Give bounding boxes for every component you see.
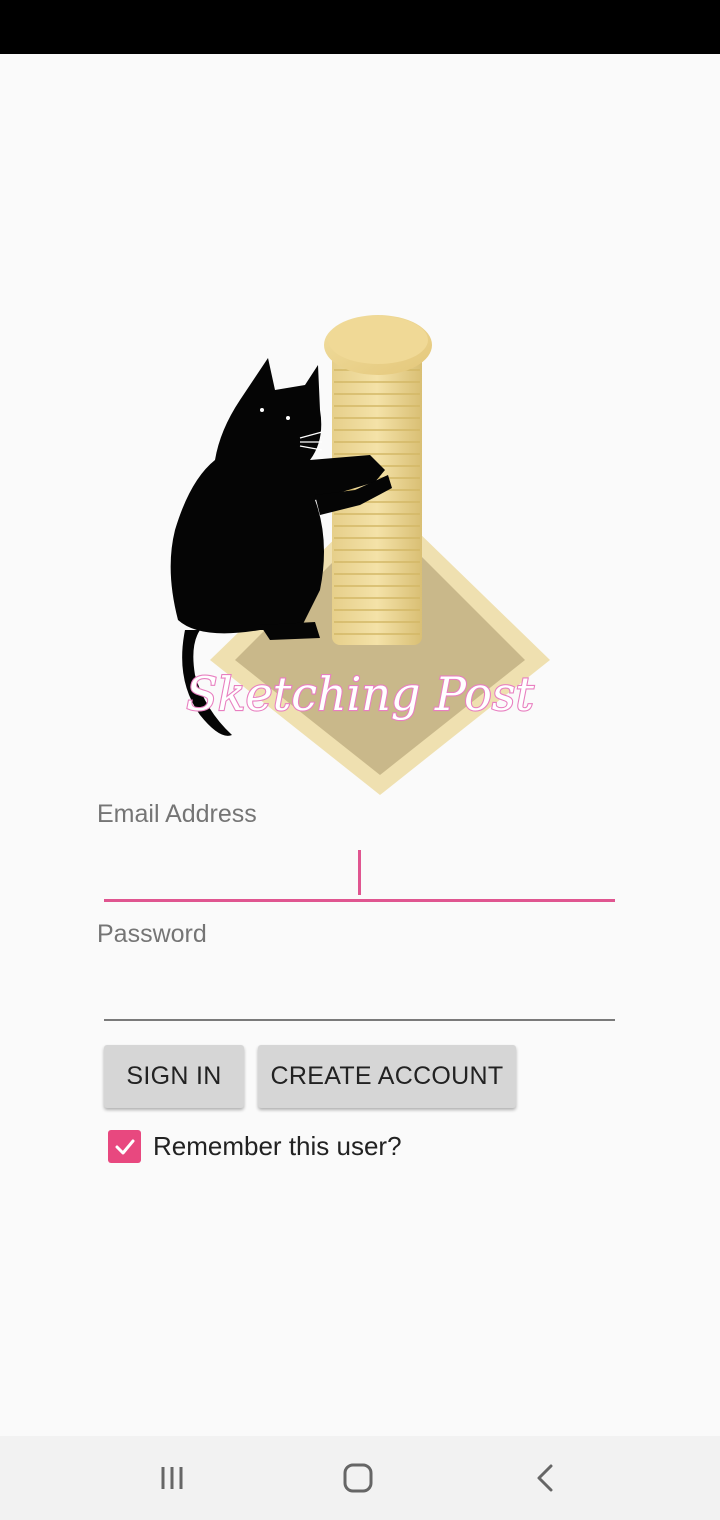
email-underline: [104, 899, 615, 902]
checkmark-icon: [115, 1139, 134, 1154]
home-button[interactable]: [328, 1456, 388, 1500]
home-icon: [343, 1463, 373, 1493]
password-underline: [104, 1019, 615, 1021]
remember-user-row[interactable]: Remember this user?: [108, 1130, 402, 1163]
recents-icon: [161, 1467, 183, 1489]
status-bar: [0, 0, 720, 54]
back-icon: [537, 1464, 553, 1492]
password-label: Password: [97, 920, 207, 948]
remember-label: Remember this user?: [153, 1131, 402, 1161]
password-field[interactable]: [104, 972, 615, 1016]
text-cursor: [358, 850, 361, 895]
app-logo: Sketching Post: [160, 300, 560, 800]
cat-scratching-post-illustration: Sketching Post: [170, 315, 550, 795]
logo-text: Sketching Post: [186, 667, 534, 721]
sign-in-button[interactable]: SIGN IN: [104, 1045, 244, 1108]
back-button[interactable]: [516, 1456, 576, 1500]
recents-button[interactable]: [142, 1456, 202, 1500]
email-label: Email Address: [97, 800, 257, 828]
system-nav-bar: [0, 1436, 720, 1520]
remember-checkbox[interactable]: [108, 1130, 141, 1163]
create-account-button[interactable]: CREATE ACCOUNT: [258, 1045, 516, 1108]
